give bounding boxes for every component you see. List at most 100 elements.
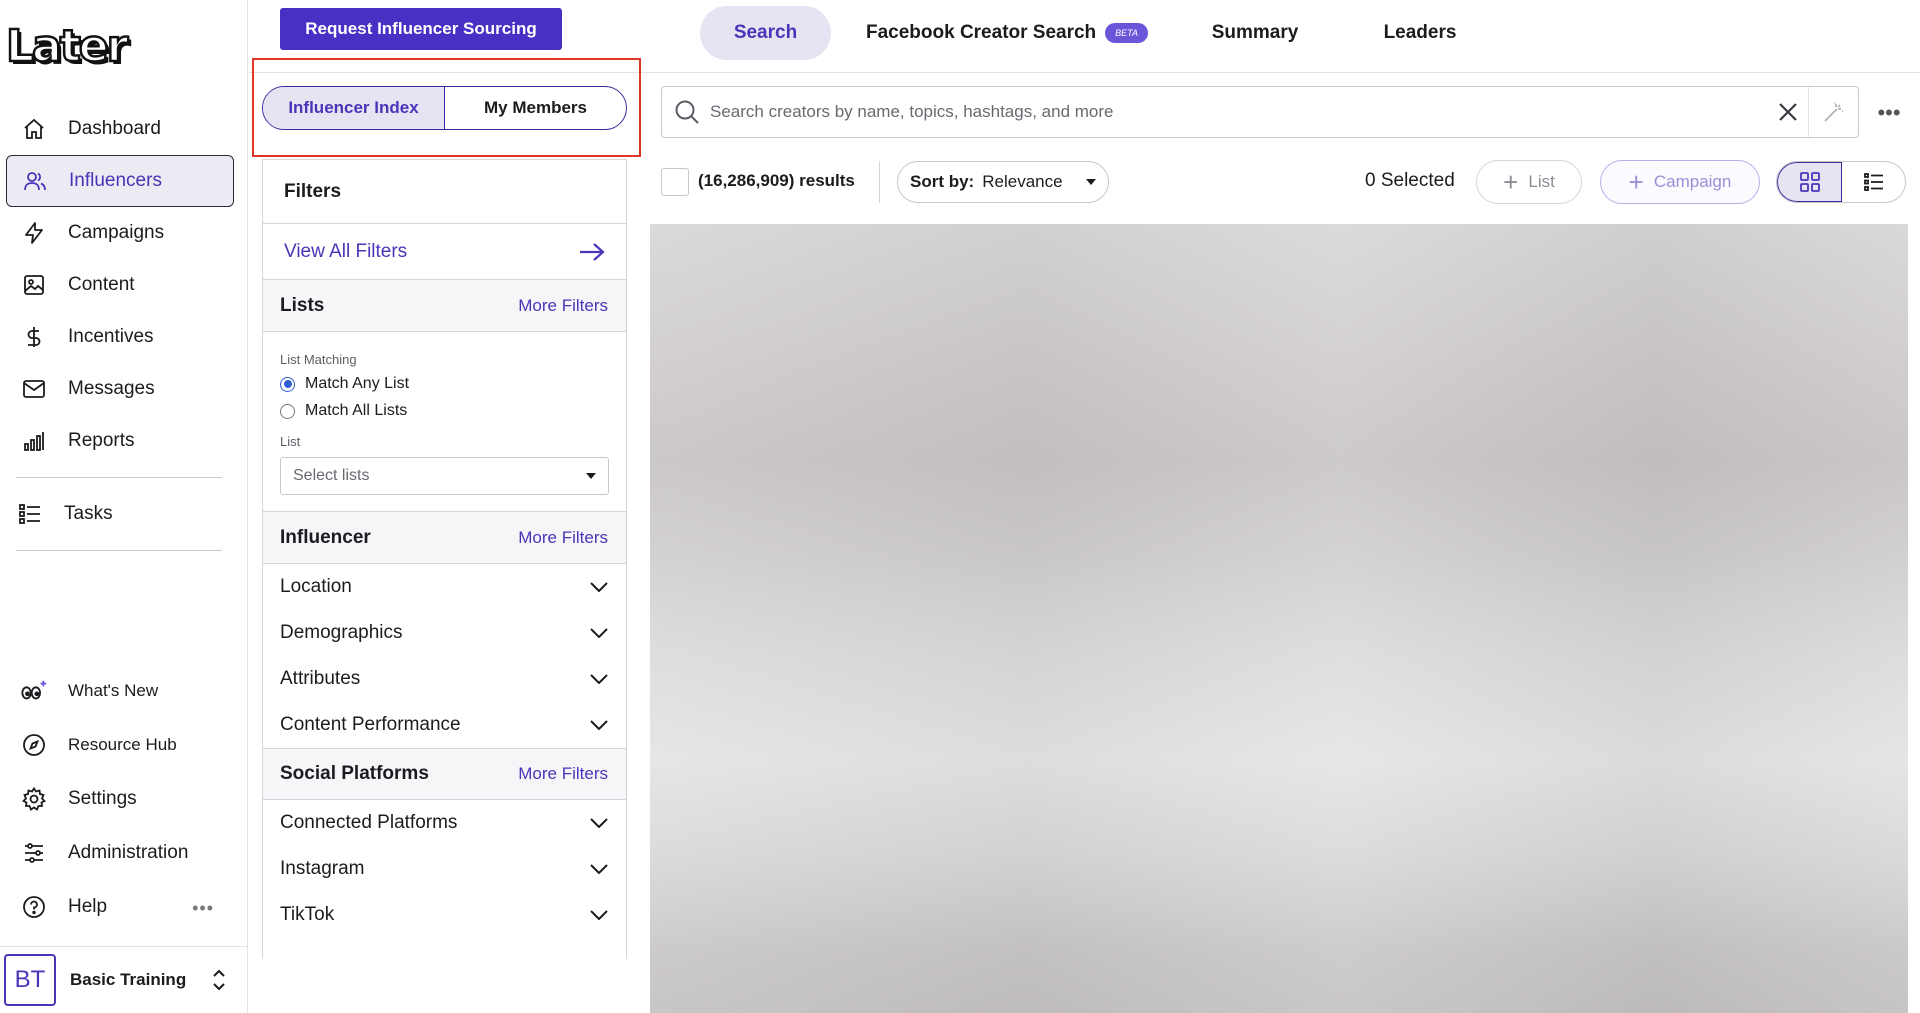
match-any-list-option[interactable]: Match Any List [280,375,609,393]
more-filters-link[interactable]: More Filters [518,528,608,548]
filter-row-connected-platforms[interactable]: Connected Platforms [263,800,626,846]
select-all-checkbox[interactable] [661,168,689,196]
sidebar-item-whats-new[interactable]: What's New [6,664,234,718]
sidebar-item-resource-hub[interactable]: Resource Hub [6,718,234,772]
sidebar: Later Dashboard Influencers Campaigns Co… [0,0,248,1013]
toolbar-divider [879,161,880,203]
sidebar-item-dashboard[interactable]: Dashboard [6,103,234,155]
tab-leaders[interactable]: Leaders [1365,6,1475,60]
section-title: Social Platforms [280,763,429,784]
secondary-nav: What's New Resource Hub Settings Adminis… [0,664,248,934]
section-title: Influencer [280,526,371,548]
view-all-filters-link[interactable]: View All Filters [263,224,626,280]
select-lists-dropdown[interactable]: Select lists [280,457,609,495]
clear-search-icon[interactable] [1768,102,1808,122]
lightning-icon [20,219,48,247]
sidebar-item-reports[interactable]: Reports [6,415,234,467]
sidebar-item-settings[interactable]: Settings [6,772,234,826]
select-placeholder: Select lists [293,467,370,484]
tab-facebook-creator-search[interactable]: Facebook Creator Search BETA [857,6,1157,60]
filters-panel: Filters View All Filters Lists More Filt… [262,159,627,959]
sidebar-item-content[interactable]: Content [6,259,234,311]
more-options-icon[interactable]: ••• [1872,96,1906,130]
creator-search-bar[interactable]: Search creators by name, topics, hashtag… [661,86,1859,138]
radio-unselected[interactable] [280,403,295,419]
list-icon [1863,171,1885,193]
chevron-down-icon [590,864,608,874]
influencer-index-toggle[interactable]: Influencer Index [263,87,445,129]
match-all-lists-option[interactable]: Match All Lists [280,402,609,420]
sidebar-item-label: Resource Hub [68,735,177,754]
later-logo[interactable]: Later [5,21,144,72]
sidebar-item-tasks[interactable]: Tasks [2,488,230,540]
filter-row-attributes[interactable]: Attributes [263,656,626,702]
mail-icon [20,375,48,403]
help-circle-icon [20,893,48,921]
results-grid-blurred [650,224,1908,1013]
magic-wand-icon[interactable] [1808,87,1858,137]
social-platforms-section-header: Social Platforms More Filters [263,748,626,800]
sort-dropdown[interactable]: Sort by: Relevance [897,161,1109,203]
filter-row-label: TikTok [280,904,335,925]
chevron-down-icon [590,818,608,828]
filter-row-instagram[interactable]: Instagram [263,846,626,892]
filter-row-demographics[interactable]: Demographics [263,610,626,656]
search-icon [674,99,700,125]
radio-label: Match Any List [305,375,410,392]
avatar: BT [4,954,56,1006]
nav-divider [16,477,222,478]
my-members-toggle[interactable]: My Members [445,87,626,129]
list-view-button[interactable] [1842,162,1905,202]
plus-icon: + [1503,167,1519,197]
home-icon [20,115,48,143]
account-switcher[interactable]: BT Basic Training [0,946,248,1013]
sidebar-item-label: Dashboard [68,118,161,139]
lists-body: List Matching Match Any List Match All L… [263,332,626,512]
filter-row-content-performance[interactable]: Content Performance [263,702,626,748]
grid-view-button[interactable] [1777,162,1842,202]
logo-text: Later [5,21,130,72]
arrow-right-icon [578,241,606,263]
sidebar-item-label: Tasks [64,503,113,524]
radio-selected[interactable] [280,376,295,392]
search-input[interactable]: Search creators by name, topics, hashtag… [710,102,1768,122]
sidebar-item-campaigns[interactable]: Campaigns [6,207,234,259]
radio-label: Match All Lists [305,402,408,419]
more-filters-link[interactable]: More Filters [518,296,608,316]
sidebar-item-help[interactable]: Help ••• [6,880,234,934]
sidebar-item-incentives[interactable]: Incentives [6,311,234,363]
filters-title: Filters [263,160,626,224]
plus-icon: + [1628,167,1644,197]
sort-value: Relevance [982,172,1063,191]
tab-label: Search [733,22,798,43]
sidebar-item-messages[interactable]: Messages [6,363,234,415]
button-label: Campaign [1653,172,1732,191]
tab-label: Facebook Creator Search [865,22,1097,43]
sidebar-item-influencers[interactable]: Influencers [6,155,234,207]
index-toggle: Influencer Index My Members [262,86,627,130]
chevron-down-icon [590,720,608,730]
filter-row-location[interactable]: Location [263,564,626,610]
lists-section-header: Lists More Filters [263,280,626,332]
view-all-filters-label: View All Filters [284,240,408,262]
tab-search[interactable]: Search [700,6,831,60]
sidebar-item-label: Reports [68,430,135,451]
filter-row-tiktok[interactable]: TikTok [263,892,626,938]
tab-summary[interactable]: Summary [1195,6,1315,60]
list-label: List [280,434,301,449]
users-icon [21,167,49,195]
sliders-icon [20,839,48,867]
sidebar-item-label: Help [68,896,108,917]
grid-icon [1799,171,1821,193]
request-influencer-sourcing-button[interactable]: Request Influencer Sourcing [280,8,562,50]
tab-label: Leaders [1383,22,1457,43]
more-filters-link[interactable]: More Filters [518,764,608,784]
add-to-campaign-button[interactable]: + Campaign [1600,160,1760,204]
add-to-list-button[interactable]: + List [1476,160,1582,204]
sidebar-item-administration[interactable]: Administration [6,826,234,880]
chevron-up-down-icon [210,967,228,993]
sparkle-eyes-icon [20,677,48,705]
caret-down-icon [586,473,596,479]
help-more-icon[interactable]: ••• [192,898,214,919]
sidebar-item-label: Administration [68,842,189,863]
